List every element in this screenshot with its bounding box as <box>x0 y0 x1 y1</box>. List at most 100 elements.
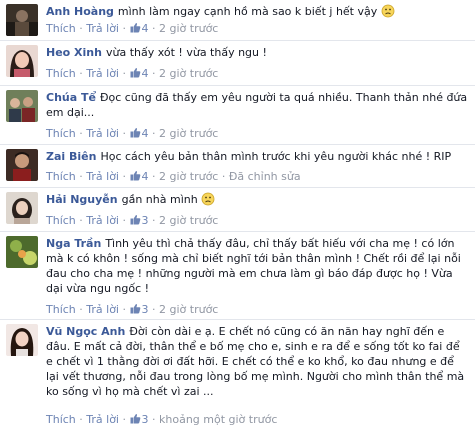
thumbs-up-icon <box>130 22 140 33</box>
avatar[interactable] <box>6 45 38 77</box>
avatar[interactable] <box>6 90 38 122</box>
separator: · <box>152 303 156 316</box>
reply-link[interactable]: Trả lời <box>86 214 119 227</box>
comment-meta: Thích · Trả lời · 4 · 2 giờ trước <box>46 127 218 140</box>
separator: · <box>79 214 83 227</box>
comment-item: Zai Biên Học cách yêu bản thân mình trước… <box>0 145 475 188</box>
comment-author[interactable]: Zai Biên <box>46 150 96 163</box>
separator: · <box>122 170 127 183</box>
separator: · <box>122 214 127 227</box>
reply-link[interactable]: Trả lời <box>86 170 119 183</box>
separator: · <box>79 127 83 140</box>
like-count-value: 3 <box>141 303 149 316</box>
separator: · <box>79 22 83 35</box>
like-count-value: 3 <box>141 214 149 227</box>
like-count-value: 4 <box>141 127 149 140</box>
comment-item: Heo Xinh vừa thấy xót ! vừa thấy ngu ! Th… <box>0 41 475 86</box>
separator: · <box>122 67 127 80</box>
timestamp[interactable]: 2 giờ trước <box>159 214 218 227</box>
reply-link[interactable]: Trả lời <box>86 22 119 35</box>
avatar[interactable] <box>6 149 38 181</box>
avatar[interactable] <box>6 192 38 224</box>
comment-author[interactable]: Nga Trần <box>46 237 101 250</box>
separator: · <box>152 127 156 140</box>
separator: · <box>152 22 156 35</box>
comment-meta: Thích · Trả lời · 3 · khoảng một giờ trư… <box>46 413 277 426</box>
comment-item: Nga Trần Tình yêu thì chả thấy đâu, chỉ t… <box>0 232 475 320</box>
like-count[interactable]: 3 <box>130 214 149 227</box>
timestamp[interactable]: 2 giờ trước <box>159 67 218 80</box>
comment-meta: Thích · Trả lời · 4 · 2 giờ trước <box>46 67 218 80</box>
timestamp[interactable]: 2 giờ trước <box>159 127 218 140</box>
reply-link[interactable]: Trả lời <box>86 413 119 426</box>
thumbs-up-icon <box>130 67 140 78</box>
thumbs-up-icon <box>130 413 140 424</box>
comment-item: Vũ Ngọc Anh Đời còn dài e ạ. E chết nó cũ… <box>0 320 475 431</box>
like-count-value: 3 <box>141 413 149 426</box>
like-link[interactable]: Thích <box>46 127 76 140</box>
like-count[interactable]: 3 <box>130 413 149 426</box>
separator: · <box>122 413 127 426</box>
like-link[interactable]: Thích <box>46 413 76 426</box>
timestamp[interactable]: 2 giờ trước <box>159 303 218 316</box>
timestamp[interactable]: 2 giờ trước <box>159 170 218 183</box>
comment-author[interactable]: Chúa Tể <box>46 91 96 104</box>
like-count[interactable]: 4 <box>130 170 149 183</box>
reply-link[interactable]: Trả lời <box>86 127 119 140</box>
avatar[interactable] <box>6 4 38 36</box>
separator: · <box>221 170 226 183</box>
like-count[interactable]: 4 <box>130 22 149 35</box>
comment-meta: Thích · Trả lời · 4 · 2 giờ trước · Đã c… <box>46 170 301 183</box>
like-count-value: 4 <box>141 67 149 80</box>
separator: · <box>122 303 127 316</box>
thumbs-up-icon <box>130 127 140 138</box>
separator: · <box>152 413 156 426</box>
comment-text: Học cách yêu bản thân mình trước khi yêu… <box>100 150 452 163</box>
comment-author[interactable]: Heo Xinh <box>46 46 102 59</box>
thumbs-up-icon <box>130 303 140 314</box>
like-count[interactable]: 4 <box>130 67 149 80</box>
like-link[interactable]: Thích <box>46 303 76 316</box>
reply-link[interactable]: Trả lời <box>86 303 119 316</box>
timestamp[interactable]: khoảng một giờ trước <box>159 413 277 426</box>
timestamp[interactable]: 2 giờ trước <box>159 22 218 35</box>
comment-text: gần nhà mình <box>121 193 198 206</box>
like-link[interactable]: Thích <box>46 22 76 35</box>
comment-feed: Anh Hoàng mình làm ngay cạnh hồ mà sao k … <box>0 0 475 431</box>
like-count[interactable]: 3 <box>130 303 149 316</box>
like-count[interactable]: 4 <box>130 127 149 140</box>
comment-text: Đọc cũng đã thấy em yêu người ta quá nhi… <box>46 91 468 119</box>
separator: · <box>122 22 127 35</box>
separator: · <box>152 170 156 183</box>
comment-item: Anh Hoàng mình làm ngay cạnh hồ mà sao k … <box>0 0 475 41</box>
comment-author[interactable]: Vũ Ngọc Anh <box>46 325 125 338</box>
avatar[interactable] <box>6 236 38 268</box>
frown-emoji-icon <box>381 4 395 18</box>
comment-text: vừa thấy xót ! vừa thấy ngu ! <box>105 46 267 59</box>
thumbs-up-icon <box>130 170 140 181</box>
comment-author[interactable]: Anh Hoàng <box>46 5 114 18</box>
separator: · <box>152 214 156 227</box>
like-link[interactable]: Thích <box>46 67 76 80</box>
comment-text: mình làm ngay cạnh hồ mà sao k biết j hế… <box>117 5 378 18</box>
separator: · <box>152 67 156 80</box>
comment-author[interactable]: Hải Nguyễn <box>46 193 118 206</box>
comment-meta: Thích · Trả lời · 3 · 2 giờ trước <box>46 214 218 227</box>
reply-link[interactable]: Trả lời <box>86 67 119 80</box>
edited-label[interactable]: Đã chỉnh sửa <box>229 170 301 183</box>
separator: · <box>122 127 127 140</box>
frown-emoji-icon <box>201 192 215 206</box>
like-count-value: 4 <box>141 170 149 183</box>
avatar[interactable] <box>6 324 38 356</box>
like-link[interactable]: Thích <box>46 170 76 183</box>
separator: · <box>79 303 83 316</box>
separator: · <box>79 67 83 80</box>
comment-text: Tình yêu thì chả thấy đâu, chỉ thấy bất … <box>46 237 461 295</box>
like-count-value: 4 <box>141 22 149 35</box>
like-link[interactable]: Thích <box>46 214 76 227</box>
comment-item: Chúa Tể Đọc cũng đã thấy em yêu người ta … <box>0 86 475 145</box>
comment-meta: Thích · Trả lời · 4 · 2 giờ trước <box>46 22 218 35</box>
comment-meta: Thích · Trả lời · 3 · 2 giờ trước <box>46 303 218 316</box>
comment-item: Hải Nguyễn gần nhà mình Thích · Trả lời ·… <box>0 188 475 232</box>
separator: · <box>79 170 83 183</box>
